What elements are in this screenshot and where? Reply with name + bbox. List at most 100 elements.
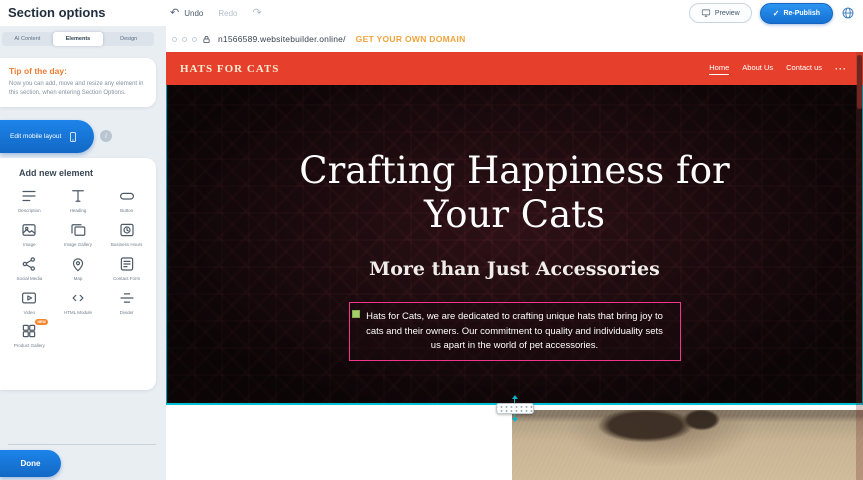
element-label: Contact Form: [113, 276, 140, 282]
lock-icon: [202, 35, 211, 44]
add-element-product-gallery[interactable]: NEW Product Gallery: [5, 322, 54, 349]
site-url: n1566589.websitebuilder.online/: [218, 34, 346, 44]
check-icon: ✓: [773, 9, 780, 18]
info-button[interactable]: i: [100, 130, 112, 142]
arrow-down-icon: [512, 418, 518, 422]
tip-of-the-day-card: Tip of the day: Now you can add, move an…: [0, 58, 156, 107]
heading-icon: [69, 187, 87, 205]
tip-title: Tip of the day:: [9, 66, 146, 76]
element-label: HTML Module: [64, 310, 92, 316]
hero-subtitle[interactable]: More than Just Accessories: [369, 258, 660, 280]
tip-body: Now you can add, move and resize any ele…: [9, 80, 146, 98]
monitor-icon: [701, 8, 711, 18]
tab-design[interactable]: Design: [103, 32, 154, 46]
section-resize-handle[interactable]: [496, 395, 534, 422]
history-controls: ↶ Undo Redo ↷: [170, 0, 262, 26]
tab-ai-content[interactable]: AI Content: [2, 32, 53, 46]
element-label: Product Gallery: [14, 343, 45, 349]
nav-contact-us[interactable]: Contact us: [786, 63, 822, 74]
product-gallery-icon: [20, 322, 38, 340]
element-label: Video: [24, 310, 35, 316]
element-label: Heading: [70, 208, 87, 214]
scrollbar-thumb[interactable]: [857, 55, 862, 109]
add-element-social-media[interactable]: Social Media: [5, 255, 54, 282]
sidebar-divider: [8, 444, 156, 445]
topbar: Section options ↶ Undo Redo ↷ Preview ✓ …: [0, 0, 863, 26]
edit-mobile-label: Edit mobile layout: [10, 133, 61, 140]
contact-form-icon: [118, 255, 136, 273]
redo-icon[interactable]: ↷: [252, 8, 261, 19]
divider-icon: [118, 289, 136, 307]
element-label: Image Gallery: [64, 242, 92, 248]
get-domain-link[interactable]: GET YOUR OWN DOMAIN: [356, 34, 466, 44]
add-element-html-module[interactable]: HTML Module: [54, 289, 103, 316]
undo-icon[interactable]: ↶: [170, 8, 179, 19]
element-label: Description: [18, 208, 41, 214]
hero-section[interactable]: Crafting Happiness for Your Cats More th…: [166, 85, 863, 405]
add-element-description[interactable]: Description: [5, 187, 54, 214]
code-icon: [69, 289, 87, 307]
nav-home[interactable]: Home: [709, 63, 729, 75]
hero-title[interactable]: Crafting Happiness for Your Cats: [255, 149, 775, 236]
grid-spacer: [54, 322, 103, 349]
button-icon: [118, 187, 136, 205]
element-drag-handle[interactable]: [352, 310, 360, 318]
browser-dot: [172, 37, 177, 42]
add-element-divider[interactable]: Divider: [102, 289, 151, 316]
element-label: Divider: [120, 310, 134, 316]
business-hours-icon: [118, 221, 136, 239]
site-logo[interactable]: HATS FOR CATS: [180, 63, 279, 75]
image-icon: [20, 221, 38, 239]
map-pin-icon: [69, 255, 87, 273]
preview-area: n1566589.websitebuilder.online/ GET YOUR…: [166, 26, 863, 480]
element-grid: Description Heading Button Image Image G…: [5, 187, 151, 349]
add-element-heading[interactable]: Heading: [54, 187, 103, 214]
add-element-video[interactable]: Video: [5, 289, 54, 316]
image-gallery-icon: [69, 221, 87, 239]
republish-label: Re-Publish: [783, 10, 820, 17]
element-label: Map: [74, 276, 83, 282]
cat-photo: [512, 410, 863, 480]
add-element-image-gallery[interactable]: Image Gallery: [54, 221, 103, 248]
element-label: Business Hours: [111, 242, 143, 248]
done-button[interactable]: Done: [0, 450, 61, 477]
sidebar-tabs: AI Content Elements Design: [2, 32, 154, 46]
site-nav: Home About Us Contact us ···: [709, 63, 847, 75]
element-label: Social Media: [16, 276, 42, 282]
nav-more-icon[interactable]: ···: [835, 64, 847, 74]
add-element-map[interactable]: Map: [54, 255, 103, 282]
browser-dot: [192, 37, 197, 42]
share-icon: [20, 255, 38, 273]
preview-button[interactable]: Preview: [689, 3, 752, 23]
site-header[interactable]: HATS FOR CATS Home About Us Contact us ·…: [166, 52, 863, 85]
add-element-contact-form[interactable]: Contact Form: [102, 255, 151, 282]
globe-icon[interactable]: [841, 6, 855, 20]
republish-button[interactable]: ✓ Re-Publish: [760, 3, 833, 24]
redo-button[interactable]: Redo: [218, 9, 237, 18]
undo-button[interactable]: Undo: [184, 9, 203, 18]
nav-about-us[interactable]: About Us: [742, 63, 773, 74]
browser-bar: n1566589.websitebuilder.online/ GET YOUR…: [166, 26, 863, 52]
tab-elements[interactable]: Elements: [53, 32, 104, 46]
grid-spacer: [102, 322, 151, 349]
text-lines-icon: [20, 187, 38, 205]
add-element-button[interactable]: Button: [102, 187, 151, 214]
edit-mobile-layout-button[interactable]: Edit mobile layout: [0, 120, 94, 153]
drag-grip-icon[interactable]: [496, 403, 534, 414]
browser-dot: [182, 37, 187, 42]
hero-text-element[interactable]: Hats for Cats, we are dedicated to craft…: [349, 302, 681, 361]
add-element-title: Add new element: [5, 168, 151, 178]
video-icon: [20, 289, 38, 307]
sidebar: AI Content Elements Design Tip of the da…: [0, 26, 166, 480]
new-badge: NEW: [35, 319, 47, 325]
element-label: Image: [23, 242, 36, 248]
hero-body-text: Hats for Cats, we are dedicated to craft…: [366, 311, 663, 351]
add-element-image[interactable]: Image: [5, 221, 54, 248]
site-scrollbar[interactable]: [856, 52, 863, 480]
element-label: Button: [120, 208, 133, 214]
add-element-business-hours[interactable]: Business Hours: [102, 221, 151, 248]
top-actions: Preview ✓ Re-Publish: [689, 0, 855, 26]
preview-label: Preview: [715, 10, 740, 17]
page-title: Section options: [8, 5, 106, 20]
phone-icon: [67, 130, 79, 144]
